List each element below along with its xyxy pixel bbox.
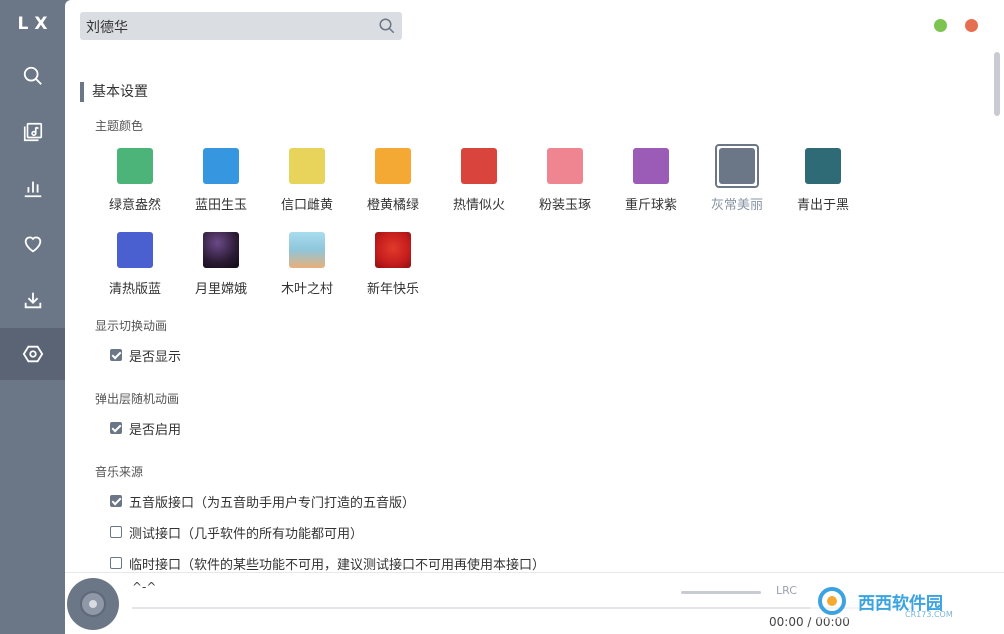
settings-content: 刘德华 基本设置 主题颜色 绿意盎然 蓝田生玉 信口雌黄 橙黄橘绿 热情似火 粉装玉琢 重斤… — [65, 0, 985, 572]
theme-item[interactable]: 橙黄橘绿 — [353, 148, 433, 218]
minimize-button[interactable] — [934, 19, 947, 32]
search-icon — [23, 66, 42, 85]
theme-name: 灰常美丽 — [710, 198, 763, 213]
source-label: 音乐来源 — [95, 465, 144, 479]
watermark-sub: CR173.COM — [905, 610, 953, 619]
theme-label: 主题颜色 — [95, 119, 144, 133]
popup-label: 弹出层随机动画 — [95, 392, 180, 406]
nav-favorite[interactable] — [0, 218, 65, 270]
theme-name: 绿意盎然 — [108, 198, 161, 213]
download-icon — [24, 292, 41, 309]
search-icon[interactable] — [378, 17, 396, 35]
watermark: 西西软件园 CR173.COM — [810, 583, 980, 619]
theme-swatch[interactable] — [805, 148, 841, 184]
source-row-0[interactable]: 五音版接口（为五音助手用户专门打造的五音版） — [110, 492, 416, 511]
scrollbar-thumb[interactable] — [994, 52, 1000, 116]
source-checkbox-0[interactable] — [110, 495, 122, 507]
song-list-icon — [23, 122, 42, 142]
theme-swatch[interactable] — [203, 232, 239, 268]
theme-name: 重斤球紫 — [624, 198, 677, 213]
lyrics-button[interactable]: LRC — [776, 584, 797, 597]
animation-option-label: 是否显示 — [129, 349, 182, 365]
theme-item[interactable]: 木叶之村 — [267, 232, 347, 302]
source-label-0: 五音版接口（为五音助手用户专门打造的五音版） — [129, 495, 416, 511]
source-checkbox-2[interactable] — [110, 557, 122, 569]
app-logo: LX — [17, 14, 54, 34]
source-label-2: 临时接口（软件的某些功能不可用，建议测试接口不可用再使用本接口） — [129, 557, 546, 573]
theme-swatch[interactable] — [719, 148, 755, 184]
theme-item[interactable]: 蓝田生玉 — [181, 148, 261, 218]
progress-bar[interactable] — [132, 607, 916, 609]
main-panel: 刘德华 基本设置 主题颜色 绿意盎然 蓝田生玉 信口雌黄 橙黄橘绿 热情似火 粉装玉琢 重斤… — [65, 0, 1004, 634]
theme-name: 新年快乐 — [366, 282, 419, 297]
sidebar: LX — [0, 0, 65, 634]
popup-checkbox-row[interactable]: 是否启用 — [110, 419, 182, 438]
theme-name: 蓝田生玉 — [194, 198, 247, 213]
theme-swatch[interactable] — [375, 232, 411, 268]
watermark-logo-icon — [818, 587, 846, 615]
player-bar: ^-^ LRC 00:00 / 00:00 西西软件园 CR173.COM — [65, 572, 1004, 634]
song-title: ^-^ — [132, 580, 157, 594]
theme-swatch[interactable] — [289, 148, 325, 184]
theme-swatch[interactable] — [633, 148, 669, 184]
theme-name: 月里嫦娥 — [194, 282, 247, 297]
theme-swatch[interactable] — [117, 148, 153, 184]
popup-checkbox[interactable] — [110, 422, 122, 434]
theme-name: 信口雌黄 — [280, 198, 333, 213]
nav-settings[interactable] — [0, 328, 65, 380]
theme-item[interactable]: 清热版蓝 — [95, 232, 175, 302]
theme-item[interactable]: 重斤球紫 — [611, 148, 691, 218]
source-row-1[interactable]: 测试接口（几乎软件的所有功能都可用） — [110, 523, 364, 542]
theme-item[interactable]: 信口雌黄 — [267, 148, 347, 218]
theme-swatch[interactable] — [203, 148, 239, 184]
popup-option-label: 是否启用 — [129, 422, 182, 438]
theme-item[interactable]: 粉装玉琢 — [525, 148, 605, 218]
nav-song-list[interactable] — [0, 106, 65, 158]
source-row-2[interactable]: 临时接口（软件的某些功能不可用，建议测试接口不可用再使用本接口） — [110, 554, 545, 572]
close-button[interactable] — [965, 19, 978, 32]
nav-search[interactable] — [0, 50, 65, 102]
theme-swatch[interactable] — [375, 148, 411, 184]
theme-name: 橙黄橘绿 — [366, 198, 419, 213]
theme-item[interactable]: 灰常美丽 — [697, 144, 777, 218]
nav-download[interactable] — [0, 274, 65, 326]
search-input[interactable]: 刘德华 — [86, 17, 128, 37]
favorite-icon — [24, 236, 41, 253]
theme-name: 清热版蓝 — [108, 282, 161, 297]
scrollbar[interactable] — [991, 48, 999, 572]
theme-swatch[interactable] — [461, 148, 497, 184]
theme-item[interactable]: 月里嫦娥 — [181, 232, 261, 302]
theme-item[interactable]: 青出于黑 — [783, 148, 863, 218]
theme-item[interactable]: 热情似火 — [439, 148, 519, 218]
theme-swatch[interactable] — [117, 232, 153, 268]
animation-label: 显示切换动画 — [95, 319, 168, 333]
theme-swatch[interactable] — [547, 148, 583, 184]
leaderboard-icon — [24, 181, 41, 198]
section-title: 基本设置 — [80, 82, 148, 102]
theme-name: 木叶之村 — [280, 282, 333, 297]
settings-icon — [22, 345, 43, 363]
source-label-1: 测试接口（几乎软件的所有功能都可用） — [129, 526, 364, 542]
album-disc-icon[interactable] — [67, 578, 119, 630]
theme-item[interactable]: 绿意盎然 — [95, 148, 175, 218]
nav-leaderboard[interactable] — [0, 162, 65, 214]
source-checkbox-1[interactable] — [110, 526, 122, 538]
theme-name: 粉装玉琢 — [538, 198, 591, 213]
volume-slider[interactable] — [681, 591, 761, 594]
theme-name: 热情似火 — [452, 198, 505, 213]
theme-item[interactable]: 新年快乐 — [353, 232, 433, 302]
theme-swatch[interactable] — [289, 232, 325, 268]
animation-checkbox[interactable] — [110, 349, 122, 361]
theme-name: 青出于黑 — [796, 198, 849, 213]
search-box[interactable]: 刘德华 — [80, 12, 402, 40]
animation-checkbox-row[interactable]: 是否显示 — [110, 346, 182, 365]
